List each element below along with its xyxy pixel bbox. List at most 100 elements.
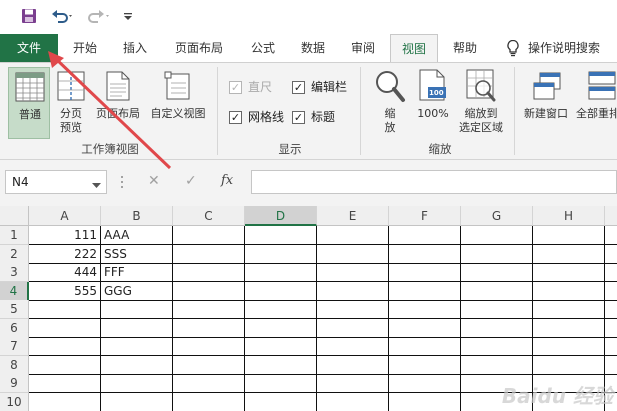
tab-formulas[interactable]: 公式	[240, 34, 286, 62]
cell[interactable]	[317, 226, 389, 245]
cell-b[interactable]	[101, 300, 173, 319]
cell[interactable]	[317, 374, 389, 393]
cell[interactable]	[389, 300, 461, 319]
cell[interactable]	[461, 263, 533, 282]
cell[interactable]	[173, 318, 245, 338]
column-header-e[interactable]: E	[317, 206, 389, 226]
cell-a[interactable]: 444	[29, 263, 101, 282]
select-all-corner[interactable]	[0, 206, 29, 226]
cell[interactable]	[245, 281, 317, 301]
tell-me-search[interactable]: 操作说明搜索	[500, 34, 617, 62]
cell-a[interactable]	[29, 300, 101, 319]
cell[interactable]	[461, 355, 533, 375]
cell[interactable]	[389, 318, 461, 338]
cell[interactable]	[173, 281, 245, 301]
cell[interactable]	[173, 392, 245, 411]
tab-page-layout[interactable]: 页面布局	[164, 34, 234, 62]
cell[interactable]	[173, 263, 245, 282]
cell[interactable]	[605, 282, 617, 301]
cell[interactable]	[461, 281, 533, 301]
cell[interactable]	[533, 244, 605, 264]
cell-b[interactable]	[101, 355, 173, 375]
customize-qat-button[interactable]	[120, 6, 136, 28]
tab-file[interactable]: 文件	[0, 34, 58, 62]
cell[interactable]	[245, 226, 317, 245]
cell[interactable]	[533, 355, 605, 375]
name-box-dropdown-icon[interactable]	[92, 178, 101, 192]
cell[interactable]	[389, 263, 461, 282]
new-window-button[interactable]: 新建窗口	[520, 67, 572, 139]
cell-a[interactable]	[29, 374, 101, 393]
cell[interactable]	[533, 318, 605, 338]
cell[interactable]	[317, 244, 389, 264]
cell[interactable]	[389, 337, 461, 356]
row-header[interactable]: 2	[0, 244, 29, 264]
cell[interactable]	[173, 244, 245, 264]
column-header-f[interactable]: F	[389, 206, 461, 226]
gridlines-checkbox[interactable]: ✓	[229, 111, 242, 124]
page-layout-view-button[interactable]: 页面布局	[92, 67, 144, 139]
cell[interactable]	[245, 392, 317, 411]
save-button[interactable]	[16, 6, 42, 28]
column-header-a[interactable]: A	[29, 206, 101, 226]
tab-review[interactable]: 审阅	[340, 34, 386, 62]
column-header-d[interactable]: D	[245, 206, 317, 226]
cell[interactable]	[173, 337, 245, 356]
custom-views-button[interactable]: 自定义视图	[146, 67, 210, 139]
tab-help[interactable]: 帮助	[442, 34, 488, 62]
column-header-partial[interactable]	[605, 206, 617, 226]
cell[interactable]	[317, 318, 389, 338]
cell-a[interactable]: 111	[29, 226, 101, 245]
cell[interactable]	[461, 337, 533, 356]
tab-home[interactable]: 开始	[62, 34, 108, 62]
cell[interactable]	[461, 244, 533, 264]
cell-b[interactable]: FFF	[101, 263, 173, 282]
row-header[interactable]: 6	[0, 318, 29, 338]
tab-insert[interactable]: 插入	[112, 34, 158, 62]
cell[interactable]	[245, 318, 317, 338]
cell[interactable]	[389, 281, 461, 301]
cell[interactable]	[317, 281, 389, 301]
row-header[interactable]: 3	[0, 263, 29, 282]
page-break-preview-button[interactable]: 分页 预览	[52, 67, 90, 139]
cell[interactable]	[461, 318, 533, 338]
arrange-all-button[interactable]: 全部重排	[574, 67, 617, 139]
cell[interactable]	[389, 374, 461, 393]
cell-a[interactable]	[29, 337, 101, 356]
row-header[interactable]: 8	[0, 355, 29, 375]
cell[interactable]	[245, 263, 317, 282]
formula-input[interactable]	[251, 170, 617, 194]
cell[interactable]	[317, 392, 389, 411]
undo-button[interactable]	[48, 6, 78, 28]
normal-view-button[interactable]: 普通	[8, 67, 50, 139]
insert-function-button[interactable]: fx	[221, 173, 233, 188]
ruler-checkbox[interactable]: ✓	[229, 81, 242, 94]
tab-data[interactable]: 数据	[290, 34, 336, 62]
cell[interactable]	[389, 355, 461, 375]
row-header[interactable]: 7	[0, 337, 29, 356]
cell[interactable]	[605, 356, 617, 375]
cell[interactable]	[605, 226, 617, 245]
cell[interactable]	[533, 226, 605, 245]
column-header-b[interactable]: B	[101, 206, 173, 226]
row-header[interactable]: 1	[0, 226, 29, 245]
cell-a[interactable]	[29, 318, 101, 338]
cell-a[interactable]: 222	[29, 244, 101, 264]
redo-button[interactable]	[84, 6, 114, 28]
cell-b[interactable]: AAA	[101, 226, 173, 245]
cell[interactable]	[389, 392, 461, 411]
formula-bar-checkbox[interactable]: ✓	[292, 81, 305, 94]
row-header[interactable]: 10	[0, 392, 29, 411]
cell[interactable]	[245, 300, 317, 319]
column-header-c[interactable]: C	[173, 206, 245, 226]
zoom-button[interactable]: 缩 放	[368, 67, 412, 139]
cell[interactable]	[245, 337, 317, 356]
cell[interactable]	[605, 319, 617, 338]
cell[interactable]	[605, 300, 617, 319]
cell[interactable]	[533, 281, 605, 301]
cell-b[interactable]: SSS	[101, 244, 173, 264]
enter-formula-icon[interactable]: ✓	[185, 173, 197, 189]
cell-b[interactable]	[101, 337, 173, 356]
cell[interactable]	[317, 337, 389, 356]
cell[interactable]	[245, 355, 317, 375]
